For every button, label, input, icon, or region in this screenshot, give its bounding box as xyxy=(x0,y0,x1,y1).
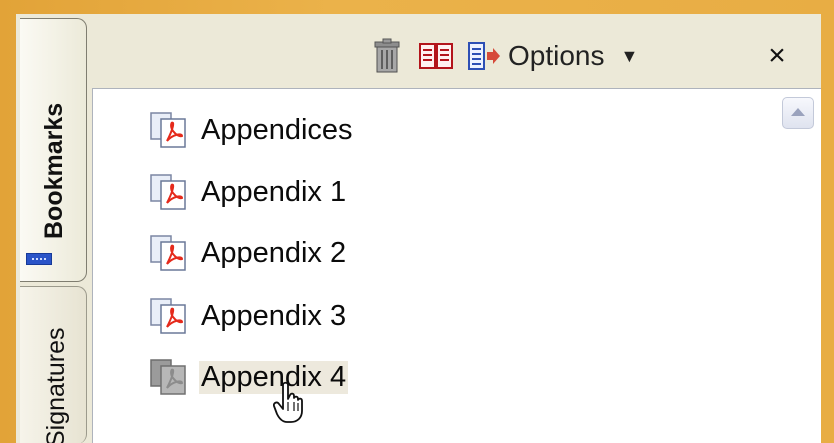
options-label: Options xyxy=(508,40,605,71)
window-frame: Bookmarks Signatures Options ▼ × Appendi… xyxy=(0,0,834,443)
bookmark-label: Appendix 3 xyxy=(201,299,347,332)
bookmarks-toolbar: Options ▼ × xyxy=(88,26,821,88)
pdf-page-icon xyxy=(150,174,186,210)
tab-signatures-label: Signatures xyxy=(42,327,70,443)
scroll-up-button[interactable] xyxy=(782,97,814,129)
options-menu-button[interactable]: Options ▼ xyxy=(508,36,678,76)
tab-grip-handle[interactable] xyxy=(26,253,52,265)
bookmark-item-selected[interactable]: Appendix 4 xyxy=(149,354,349,400)
pdf-page-icon xyxy=(150,298,186,334)
open-book-icon xyxy=(419,43,453,69)
bookmark-item[interactable]: Appendix 3 xyxy=(149,293,348,339)
panel-tab-rail: Bookmarks Signatures xyxy=(16,14,88,443)
bookmark-label: Appendix 1 xyxy=(201,175,347,208)
bookmark-label: Appendices xyxy=(201,113,353,146)
tab-signatures[interactable]: Signatures xyxy=(20,286,87,443)
bookmarks-panel: Bookmarks Signatures Options ▼ × Appendi… xyxy=(16,14,821,443)
pdf-page-icon xyxy=(150,235,186,271)
expand-bookmark-button[interactable] xyxy=(466,36,502,76)
tab-bookmarks-label: Bookmarks xyxy=(40,102,68,239)
bookmarks-tree: Appendices Appendix 1 Appendix 2 Appendi… xyxy=(92,88,821,443)
pdf-page-icon xyxy=(150,112,186,148)
trash-icon xyxy=(374,38,400,73)
hand-cursor-icon xyxy=(273,381,303,423)
pdf-page-gray-icon xyxy=(150,359,186,395)
new-bookmark-button[interactable] xyxy=(418,36,454,76)
bookmark-label: Appendix 2 xyxy=(201,236,347,269)
delete-bookmark-button[interactable] xyxy=(370,36,404,76)
close-icon: × xyxy=(768,39,786,72)
bookmark-item[interactable]: Appendices xyxy=(149,107,355,153)
expand-bookmark-icon xyxy=(468,42,500,70)
bookmark-item[interactable]: Appendix 2 xyxy=(149,230,348,276)
chevron-down-icon: ▼ xyxy=(620,45,639,66)
close-panel-button[interactable]: × xyxy=(760,36,794,76)
tab-bookmarks[interactable]: Bookmarks xyxy=(20,18,87,282)
bookmark-item[interactable]: Appendix 1 xyxy=(149,169,348,215)
